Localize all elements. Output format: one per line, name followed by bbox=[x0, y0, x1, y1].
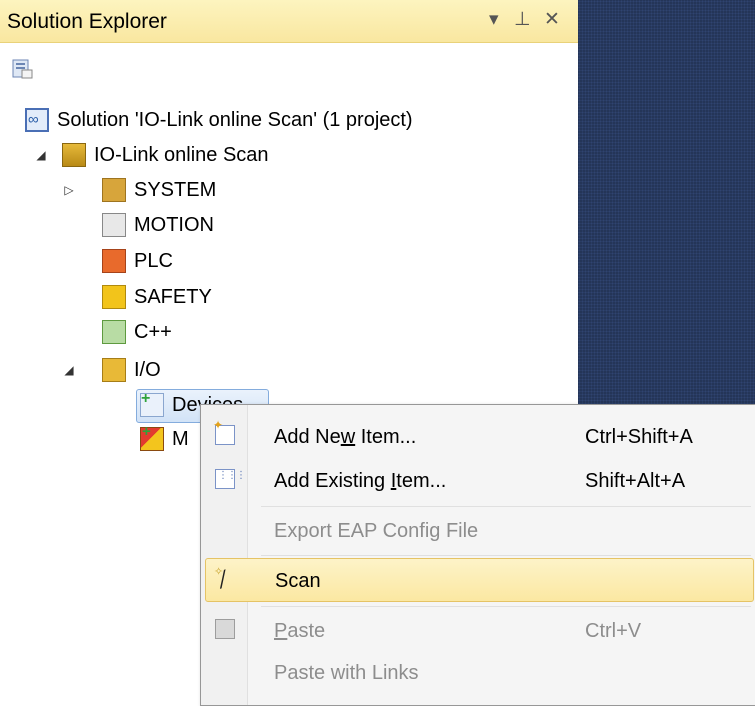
solution-icon bbox=[25, 108, 49, 132]
menu-item-shortcut: Shift+Alt+A bbox=[585, 470, 686, 492]
expander-expanded-icon[interactable]: ◢ bbox=[58, 363, 80, 377]
properties-icon[interactable] bbox=[12, 58, 34, 80]
tree-item-label: I/O bbox=[134, 358, 161, 381]
menu-item-paste-with-links[interactable]: Paste with Links bbox=[201, 651, 754, 695]
project-icon bbox=[62, 143, 86, 167]
menu-item-label: Scan bbox=[275, 570, 321, 592]
dropdown-icon[interactable]: ▾ bbox=[489, 8, 499, 31]
menu-item-label: Add Existing Item... bbox=[274, 470, 447, 492]
tree-item-label: Solution 'IO-Link online Scan' (1 projec… bbox=[57, 108, 413, 131]
menu-item-scan[interactable]: Scan bbox=[205, 558, 754, 602]
menu-item-add-new-item[interactable]: Add New Item... Ctrl+Shift+A bbox=[201, 415, 754, 459]
tree-item-project[interactable]: ◢ IO-Link online Scan bbox=[30, 139, 269, 171]
pin-icon[interactable]: ⊥ bbox=[514, 8, 531, 31]
tree-item-label: M bbox=[172, 427, 189, 450]
motion-icon bbox=[102, 213, 126, 237]
paste-icon bbox=[215, 619, 235, 639]
tree-item-label: IO-Link online Scan bbox=[94, 143, 269, 166]
mappings-icon bbox=[140, 423, 164, 451]
menu-item-label: Export EAP Config File bbox=[274, 520, 479, 542]
tree-item-safety[interactable]: SAFETY bbox=[102, 281, 212, 313]
add-new-item-icon bbox=[213, 418, 235, 445]
menu-item-shortcut: Ctrl+V bbox=[585, 620, 642, 642]
tree-item-mappings[interactable]: M bbox=[140, 423, 189, 455]
panel-toolbar bbox=[0, 43, 578, 93]
add-existing-item-icon bbox=[215, 469, 245, 489]
menu-item-label: Paste with Links bbox=[274, 662, 419, 684]
magic-wand-icon bbox=[214, 565, 236, 589]
tree-item-cpp[interactable]: C++ bbox=[102, 316, 172, 348]
menu-item-label: Add New Item... bbox=[274, 426, 417, 448]
tree-item-label: C++ bbox=[134, 320, 172, 343]
expander-expanded-icon[interactable]: ◢ bbox=[30, 148, 52, 162]
tree-item-label: SYSTEM bbox=[134, 178, 217, 201]
menu-item-add-existing-item[interactable]: Add Existing Item... Shift+Alt+A bbox=[201, 459, 754, 503]
menu-separator bbox=[261, 506, 751, 507]
close-icon[interactable]: ✕ bbox=[544, 8, 560, 31]
safety-icon bbox=[102, 285, 126, 309]
tree-item-label: PLC bbox=[134, 249, 173, 272]
tree-item-io[interactable]: ◢ I/O bbox=[58, 354, 161, 386]
tree-item-motion[interactable]: MOTION bbox=[102, 209, 214, 241]
tree-item-label: MOTION bbox=[134, 213, 214, 236]
io-icon bbox=[102, 358, 126, 382]
menu-item-shortcut: Ctrl+Shift+A bbox=[585, 426, 693, 448]
plc-icon bbox=[102, 249, 126, 273]
tree-item-label: SAFETY bbox=[134, 285, 212, 308]
devices-icon bbox=[140, 390, 164, 417]
system-icon bbox=[102, 178, 126, 202]
menu-item-paste[interactable]: Paste Ctrl+V bbox=[201, 609, 754, 653]
tree-item-plc[interactable]: PLC bbox=[102, 245, 173, 277]
menu-separator bbox=[261, 555, 751, 556]
expander-collapsed-icon[interactable]: ▷ bbox=[58, 183, 80, 197]
tree-item-system[interactable]: ▷ SYSTEM bbox=[58, 174, 216, 206]
panel-titlebar: Solution Explorer ▾ ⊥ ✕ bbox=[0, 0, 578, 43]
tree-item-solution[interactable]: Solution 'IO-Link online Scan' (1 projec… bbox=[25, 104, 413, 136]
menu-item-label: Paste bbox=[274, 620, 326, 642]
menu-item-export-eap[interactable]: Export EAP Config File bbox=[201, 509, 754, 553]
panel-title: Solution Explorer bbox=[7, 10, 167, 33]
menu-separator bbox=[261, 606, 751, 607]
cpp-icon bbox=[102, 320, 126, 344]
context-menu: Add New Item... Ctrl+Shift+A Add Existin… bbox=[200, 404, 755, 706]
